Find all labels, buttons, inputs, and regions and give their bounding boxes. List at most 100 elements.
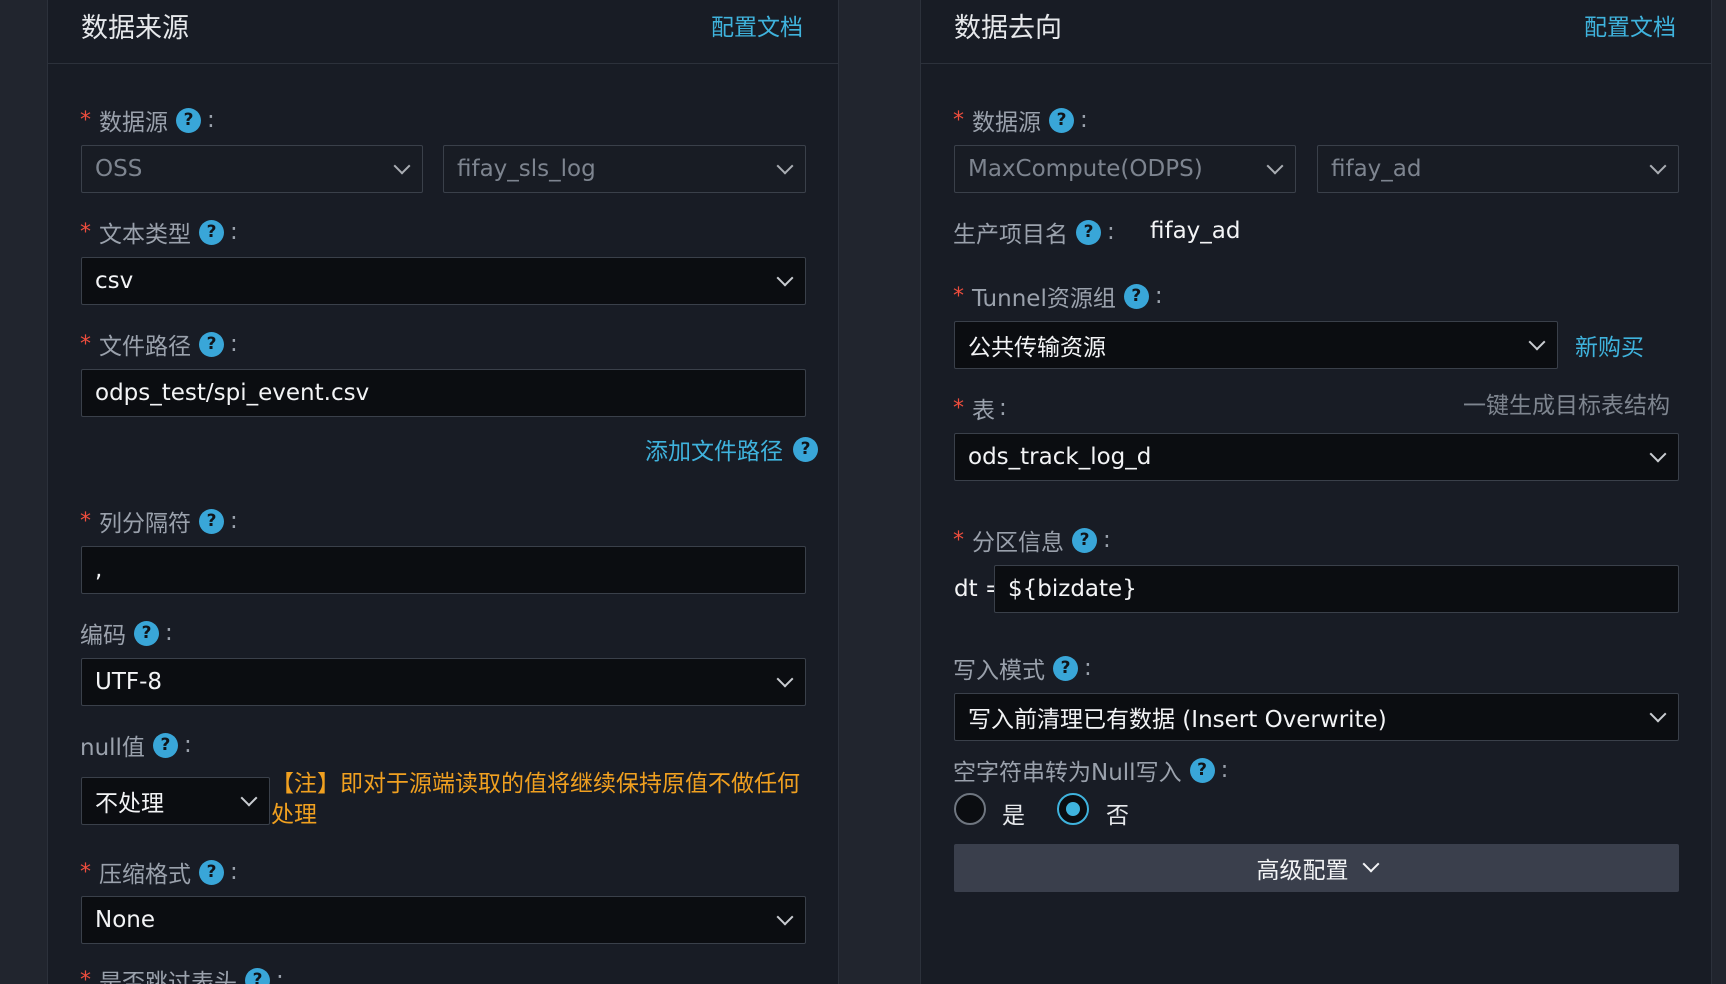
source-skip-header-label: * 是否跳过表头 ?: — [80, 963, 284, 984]
target-partition-input[interactable]: ${bizdate} — [994, 565, 1679, 613]
colon: : — [1107, 219, 1115, 245]
input-value: , — [95, 557, 103, 583]
colon: : — [1154, 283, 1163, 309]
label-text: 列分隔符 — [99, 511, 191, 537]
source-datasource-name-select[interactable]: fifay_sls_log — [443, 145, 806, 193]
help-icon[interactable]: ? — [1053, 655, 1078, 681]
target-write-mode-label: 写入模式 ?: — [953, 651, 1092, 685]
target-write-mode-select[interactable]: 写入前清理已有数据 (Insert Overwrite) — [954, 693, 1679, 741]
help-icon[interactable]: ? — [1123, 283, 1149, 309]
null-value-note: 【注】即对于源端读取的值将继续保持原值不做任何处理 — [271, 771, 800, 828]
colon: : — [1084, 655, 1092, 681]
select-value: 公共传输资源 — [968, 335, 1106, 361]
colon: : — [230, 219, 238, 245]
label-text: 文件路径 — [99, 334, 191, 360]
target-panel-header: 数据去向 配置文档 — [921, 0, 1711, 64]
source-null-value-select[interactable]: 不处理 — [81, 777, 270, 825]
label-text: 数据源 — [99, 110, 168, 136]
target-table-select[interactable]: ods_track_log_d — [954, 433, 1679, 481]
empty-to-null-yes-label[interactable]: 是 — [1002, 796, 1025, 830]
chevron-down-icon — [240, 789, 258, 807]
advanced-config-button[interactable]: 高级配置 — [954, 844, 1679, 892]
source-null-value-label: null值 ?: — [80, 728, 192, 762]
target-project-label: 生产项目名 ?: — [953, 215, 1115, 249]
required-mark: * — [80, 107, 91, 133]
help-icon[interactable]: ? — [152, 732, 178, 758]
target-doc-link[interactable]: 配置文档 — [1584, 8, 1676, 42]
label-text: 空字符串转为Null写入 — [953, 760, 1182, 786]
chevron-down-icon — [776, 670, 794, 688]
select-value: None — [95, 907, 156, 933]
help-icon[interactable]: ? — [245, 967, 270, 984]
colon: : — [1220, 757, 1229, 783]
source-column-sep-label: * 列分隔符 ?: — [80, 504, 238, 538]
select-value: MaxCompute(ODPS) — [968, 156, 1203, 182]
label-text: 表 — [972, 398, 995, 424]
label-text: 编码 — [80, 623, 126, 649]
colon: : — [1103, 527, 1111, 553]
colon: : — [1080, 107, 1088, 133]
select-value: fifay_sls_log — [457, 156, 596, 182]
empty-to-null-no-radio[interactable] — [1057, 793, 1089, 825]
source-compression-select[interactable]: None — [81, 896, 806, 944]
label-text: 是否跳过表头 — [99, 970, 237, 984]
link-text: 添加文件路径 — [645, 439, 783, 465]
source-doc-link[interactable]: 配置文档 — [711, 8, 803, 42]
help-icon[interactable]: ? — [1049, 107, 1074, 133]
required-mark: * — [953, 283, 964, 309]
source-column-sep-input[interactable]: , — [81, 546, 806, 594]
source-file-path-input[interactable]: odps_test/spi_event.csv — [81, 369, 806, 417]
required-mark: * — [80, 219, 91, 245]
help-icon[interactable]: ? — [199, 508, 224, 534]
empty-to-null-no-label[interactable]: 否 — [1106, 796, 1129, 830]
target-tunnel-select[interactable]: 公共传输资源 — [954, 321, 1558, 369]
colon: : — [183, 732, 192, 758]
help-icon[interactable]: ? — [134, 620, 159, 646]
help-icon[interactable]: ? — [1189, 757, 1215, 783]
colon: : — [165, 620, 173, 646]
buy-new-link[interactable]: 新购买 — [1575, 328, 1644, 362]
input-value: odps_test/spi_event.csv — [95, 380, 370, 406]
target-datasource-name-select[interactable]: fifay_ad — [1317, 145, 1679, 193]
help-icon[interactable]: ? — [199, 331, 224, 357]
label-text: Tunnel资源组 — [972, 286, 1116, 312]
colon: : — [230, 859, 238, 885]
source-text-type-select[interactable]: csv — [81, 257, 806, 305]
help-icon[interactable]: ? — [1076, 219, 1101, 245]
required-mark: * — [953, 527, 964, 553]
source-datasource-type-select[interactable]: OSS — [81, 145, 423, 193]
chevron-down-icon — [776, 908, 794, 926]
colon: : — [207, 107, 215, 133]
select-value: 写入前清理已有数据 (Insert Overwrite) — [968, 707, 1387, 733]
help-icon[interactable]: ? — [793, 436, 818, 462]
add-file-path-link[interactable]: 添加文件路径 ? — [645, 432, 824, 466]
required-mark: * — [953, 107, 964, 133]
source-compression-label: * 压缩格式 ?: — [80, 855, 238, 889]
help-icon[interactable]: ? — [199, 219, 224, 245]
source-text-type-label: * 文本类型 ?: — [80, 215, 238, 249]
select-value: csv — [95, 268, 134, 294]
chevron-down-icon — [1649, 445, 1667, 463]
target-panel-title: 数据去向 — [954, 13, 1062, 44]
help-icon[interactable]: ? — [199, 859, 224, 885]
empty-to-null-yes-radio[interactable] — [954, 793, 986, 825]
colon: : — [230, 508, 238, 534]
source-encoding-select[interactable]: UTF-8 — [81, 658, 806, 706]
button-label: 高级配置 — [1256, 858, 1349, 884]
label-text: 生产项目名 — [953, 222, 1068, 248]
target-datasource-type-select[interactable]: MaxCompute(ODPS) — [954, 145, 1296, 193]
source-panel-header: 数据来源 配置文档 — [48, 0, 838, 64]
generate-table-link[interactable]: 一键生成目标表结构 — [1463, 386, 1670, 420]
source-panel-title: 数据来源 — [81, 13, 189, 44]
select-value: OSS — [95, 156, 143, 182]
label-text: 压缩格式 — [99, 862, 191, 888]
source-datasource-label: * 数据源 ?: — [80, 103, 215, 137]
select-value: ods_track_log_d — [968, 444, 1152, 470]
help-icon[interactable]: ? — [1072, 527, 1097, 553]
select-value: 不处理 — [95, 791, 164, 817]
source-encoding-label: 编码 ?: — [80, 616, 173, 650]
colon: : — [276, 967, 284, 984]
required-mark: * — [80, 508, 91, 534]
help-icon[interactable]: ? — [176, 107, 201, 133]
input-value: ${bizdate} — [1008, 576, 1137, 602]
